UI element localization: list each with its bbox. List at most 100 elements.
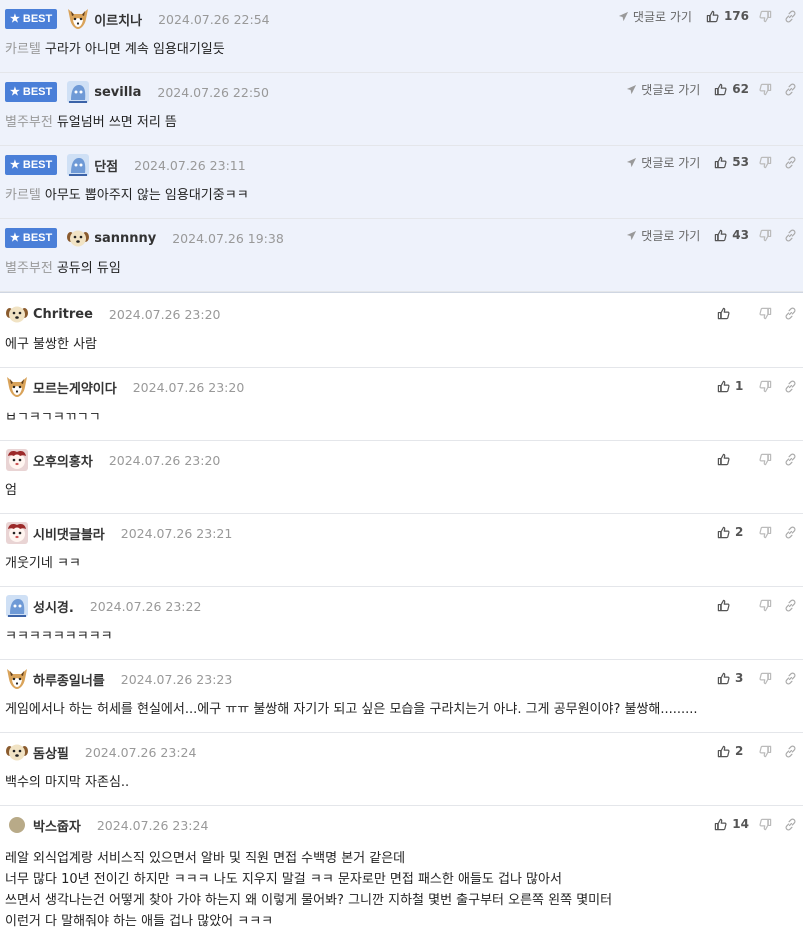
- nickname[interactable]: 단점: [94, 156, 118, 175]
- dislike-button[interactable]: [759, 672, 772, 685]
- thumbs-up-icon: [717, 672, 730, 684]
- avatar[interactable]: [5, 448, 29, 472]
- comment-body: 카르텔 아무도 뽑아주지 않는 임용대기중ㅋㅋ: [5, 184, 249, 203]
- nickname[interactable]: 오후의홍차: [33, 451, 93, 470]
- link-icon: [785, 453, 796, 465]
- link-button[interactable]: [784, 10, 797, 23]
- link-button[interactable]: [784, 453, 797, 466]
- like-button[interactable]: 62: [714, 82, 749, 96]
- like-button[interactable]: 43: [714, 228, 749, 242]
- like-count: 3: [735, 671, 744, 685]
- thumbs-down-icon: [759, 380, 772, 392]
- comment-tag: 별주부전: [5, 261, 53, 276]
- goto-comment-label: 댓글로 가기: [632, 9, 692, 24]
- dislike-button[interactable]: [759, 307, 772, 320]
- avatar[interactable]: [5, 740, 29, 764]
- like-button[interactable]: 14: [714, 817, 749, 831]
- link-button[interactable]: [784, 229, 797, 242]
- like-button[interactable]: 53: [714, 155, 749, 169]
- dislike-button[interactable]: [759, 229, 772, 242]
- avatar[interactable]: [5, 667, 29, 691]
- comment-date: 2024.07.26 23:20: [132, 379, 245, 395]
- dislike-button[interactable]: [759, 526, 772, 539]
- thumbs-up-icon: [717, 526, 730, 538]
- avatar[interactable]: [5, 813, 29, 837]
- comment-date: 2024.07.26 22:54: [158, 11, 270, 27]
- avatar[interactable]: [5, 521, 29, 545]
- link-button[interactable]: [784, 526, 797, 539]
- comment-header: 성시경. 2024.07.26 23:22: [5, 595, 201, 617]
- dog-avatar-icon: [6, 306, 28, 323]
- comment-date: 2024.07.26 22:50: [157, 84, 269, 100]
- like-button[interactable]: [717, 453, 749, 466]
- comment-text-line: 레알 외식업계랑 서비스직 있으면서 알바 및 직원 면접 수백명 본거 같은데: [5, 851, 406, 866]
- goto-comment-link[interactable]: 댓글로 가기: [626, 227, 700, 244]
- best-badge: ★ BEST: [5, 9, 58, 29]
- goto-comment-label: 댓글로 가기: [641, 155, 701, 170]
- nickname[interactable]: sannnny: [94, 231, 156, 246]
- nickname[interactable]: 하루종일너를: [33, 670, 105, 689]
- nickname[interactable]: 시비댓글블라: [33, 524, 105, 543]
- comment-header: 모르는게약이다 2024.07.26 23:20: [5, 376, 244, 398]
- dislike-button[interactable]: [759, 10, 772, 23]
- avatar[interactable]: [5, 594, 29, 618]
- nickname[interactable]: 박스줍자: [33, 816, 81, 835]
- dislike-button[interactable]: [759, 745, 772, 758]
- like-button[interactable]: [717, 307, 749, 320]
- nickname[interactable]: 모르는게약이다: [33, 378, 117, 397]
- like-button[interactable]: [717, 599, 749, 612]
- avatar[interactable]: [66, 80, 90, 104]
- avatar[interactable]: [5, 375, 29, 399]
- like-button[interactable]: 3: [717, 671, 749, 685]
- comment-text-line: 너무 많다 10년 전이긴 하지만 ㅋㅋㅋ 나도 지우지 말걸 ㅋㅋ 문자로만 …: [5, 872, 562, 887]
- avatar[interactable]: [66, 153, 90, 177]
- dislike-button[interactable]: [759, 380, 772, 393]
- dislike-button[interactable]: [759, 599, 772, 612]
- like-button[interactable]: 1: [717, 379, 749, 393]
- avatar[interactable]: [66, 226, 90, 250]
- like-count: 176: [723, 9, 749, 23]
- like-button[interactable]: 2: [717, 525, 749, 539]
- like-count: 2: [735, 525, 744, 539]
- comment-actions: [717, 597, 797, 613]
- avatar[interactable]: [66, 7, 90, 31]
- dislike-button[interactable]: [759, 453, 772, 466]
- comment-body: 에구 불쌍한 사람: [5, 333, 97, 352]
- nickname[interactable]: 성시경.: [33, 597, 74, 616]
- goto-comment-label: 댓글로 가기: [641, 82, 701, 97]
- thumbs-up-icon: [717, 453, 730, 465]
- link-button[interactable]: [784, 307, 797, 320]
- dislike-button[interactable]: [759, 156, 772, 169]
- link-button[interactable]: [784, 380, 797, 393]
- like-button[interactable]: 176: [706, 9, 749, 23]
- comment-actions: 1: [717, 378, 797, 394]
- paper-plane-icon: [618, 11, 629, 21]
- link-button[interactable]: [784, 156, 797, 169]
- like-button[interactable]: 2: [717, 744, 749, 758]
- dislike-button[interactable]: [759, 818, 772, 831]
- nickname[interactable]: sevilla: [94, 85, 141, 100]
- link-button[interactable]: [784, 672, 797, 685]
- avatar[interactable]: [5, 302, 29, 326]
- link-button[interactable]: [784, 599, 797, 612]
- link-button[interactable]: [784, 818, 797, 831]
- nickname[interactable]: 이르치나: [94, 10, 142, 29]
- comment-date: 2024.07.26 23:24: [84, 744, 197, 760]
- link-button[interactable]: [784, 83, 797, 96]
- best-badge: ★ BEST: [5, 155, 58, 175]
- comment-body: 별주부전 듀얼넘버 쓰면 저리 뜸: [5, 111, 177, 130]
- comment-actions: 댓글로 가기 176: [618, 8, 797, 24]
- link-icon: [785, 156, 796, 168]
- link-button[interactable]: [784, 745, 797, 758]
- nickname[interactable]: 돔상필: [33, 743, 69, 762]
- blue-avatar-icon: [6, 595, 28, 617]
- comment-text: ㅂㄱㅋㄱㅋㄲㄱㄱ: [5, 410, 101, 425]
- goto-comment-link[interactable]: 댓글로 가기: [626, 81, 700, 98]
- nickname[interactable]: Chritree: [33, 307, 93, 322]
- dislike-button[interactable]: [759, 83, 772, 96]
- goto-comment-link[interactable]: 댓글로 가기: [626, 154, 700, 171]
- goto-comment-link[interactable]: 댓글로 가기: [618, 8, 692, 25]
- star-icon: ★: [10, 86, 20, 98]
- thumbs-down-icon: [759, 599, 772, 611]
- comment-tag: 별주부전: [5, 115, 53, 130]
